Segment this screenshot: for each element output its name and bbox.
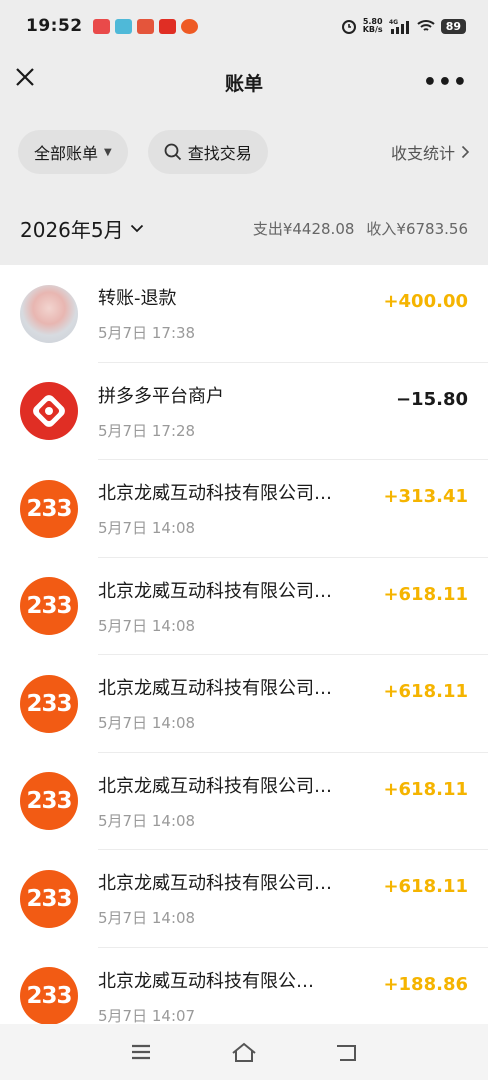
- search-icon: [164, 143, 181, 161]
- battery-indicator: 89: [440, 18, 466, 34]
- page-title: 账单: [224, 72, 263, 95]
- app-notification-icon: [158, 18, 176, 34]
- user-avatar: [20, 284, 78, 343]
- net-speed: 5.80 KB/s: [362, 17, 383, 34]
- transaction-title: 北京龙威互动科技有限公司…: [98, 678, 332, 700]
- transaction-title: 北京龙威互动科技有限公…: [98, 970, 314, 992]
- transaction-row[interactable]: 233 北京龙威互动科技有限公司… 5月7日 14:08 +618.11: [0, 753, 488, 850]
- transaction-row[interactable]: 转账-退款 5月7日 17:38 +400.00: [0, 265, 488, 363]
- alarm-icon: [341, 20, 356, 34]
- transaction-title: 拼多多平台商户: [98, 385, 224, 407]
- transaction-row[interactable]: 拼多多平台商户 5月7日 17:28 −15.80: [0, 363, 488, 460]
- transaction-amount: +188.86: [383, 973, 468, 995]
- transaction-row[interactable]: 233 北京龙威互动科技有限公司… 5月7日 14:08 +618.11: [0, 850, 488, 948]
- month-selector[interactable]: 2026年5月: [20, 214, 144, 243]
- transaction-row[interactable]: 233 北京龙威互动科技有限公司… 5月7日 14:08 +618.11: [0, 558, 488, 655]
- transaction-title: 北京龙威互动科技有限公司…: [98, 483, 332, 505]
- transaction-amount: +618.11: [383, 583, 468, 605]
- transaction-title: 转账-退款: [98, 288, 177, 310]
- app-notification-icon: [92, 18, 110, 34]
- transaction-title: 北京龙威互动科技有限公司…: [98, 775, 332, 797]
- transaction-time: 5月7日 14:08: [98, 714, 196, 733]
- month-summary-bar: 2026年5月 支出¥4428.08 收入¥6783.56: [0, 192, 488, 264]
- game-233-logo-icon: 233: [20, 869, 78, 928]
- cellular-signal-icon: 4G: [389, 19, 409, 34]
- month-income: 收入¥6783.56: [366, 219, 468, 238]
- system-navigation-bar: [0, 1024, 488, 1080]
- home-icon[interactable]: [230, 1040, 258, 1064]
- all-bills-dropdown[interactable]: 全部账单 ▼: [18, 130, 128, 174]
- month-label: 2026年5月: [20, 217, 124, 242]
- game-233-logo-icon: 233: [20, 967, 78, 1025]
- transaction-amount: −15.80: [395, 388, 468, 410]
- status-bar: 19:52 5.80 KB/s 4G 89: [0, 0, 488, 52]
- transaction-amount: +400.00: [383, 291, 468, 312]
- chevron-down-icon: [130, 224, 143, 232]
- game-233-logo-icon: 233: [20, 772, 78, 831]
- month-expense: 支出¥4428.08: [252, 219, 355, 238]
- all-bills-label: 全部账单: [34, 144, 99, 163]
- transaction-row[interactable]: 233 北京龙威互动科技有限公… 5月7日 14:07 +188.86: [0, 948, 488, 1025]
- game-233-logo-icon: 233: [20, 674, 78, 733]
- stats-label: 收支统计: [390, 144, 455, 163]
- search-transactions-button[interactable]: 查找交易: [147, 130, 268, 174]
- back-icon[interactable]: [333, 1040, 361, 1064]
- search-label: 查找交易: [187, 144, 252, 163]
- transaction-time: 5月7日 17:28: [98, 421, 196, 440]
- chevron-right-icon: [461, 145, 470, 159]
- transaction-title: 北京龙威互动科技有限公司…: [98, 580, 332, 602]
- transaction-row[interactable]: 233 北京龙威互动科技有限公司… 5月7日 14:08 +618.11: [0, 655, 488, 753]
- transaction-title: 北京龙威互动科技有限公司…: [98, 873, 332, 895]
- game-233-logo-icon: 233: [20, 479, 78, 538]
- game-233-logo-icon: 233: [20, 577, 78, 636]
- transaction-time: 5月7日 14:08: [98, 811, 196, 830]
- month-totals: 支出¥4428.08 收入¥6783.56: [253, 218, 468, 239]
- status-right: 5.80 KB/s 4G 89: [341, 18, 466, 34]
- status-time: 19:52: [26, 16, 83, 36]
- menu-icon[interactable]: [127, 1040, 155, 1064]
- caret-down-icon: ▼: [104, 146, 112, 158]
- top-nav: 账单 •••: [0, 52, 488, 112]
- app-notification-icon: [180, 18, 198, 34]
- filter-bar: 全部账单 ▼ 查找交易 收支统计: [0, 112, 488, 192]
- transaction-time: 5月7日 14:08: [98, 909, 196, 928]
- wifi-icon: [417, 20, 435, 31]
- transaction-time: 5月7日 14:08: [98, 519, 196, 538]
- transaction-amount: +618.11: [383, 876, 468, 897]
- app-notification-icon: [114, 18, 132, 34]
- transaction-list: 转账-退款 5月7日 17:38 +400.00 拼多多平台商户 5月7日 17:28 −…: [0, 265, 488, 1025]
- more-options-icon[interactable]: •••: [423, 70, 468, 95]
- income-expense-stats-link[interactable]: 收支统计: [391, 140, 470, 164]
- transaction-amount: +618.11: [383, 778, 468, 800]
- transaction-time: 5月7日 14:08: [98, 616, 196, 635]
- transaction-amount: +618.11: [383, 681, 468, 702]
- svg-text:4G: 4G: [389, 19, 398, 26]
- close-icon[interactable]: [14, 66, 36, 88]
- transaction-time: 5月7日 17:38: [98, 324, 196, 343]
- transaction-time: 5月7日 14:07: [98, 1006, 196, 1025]
- app-notification-icon: [136, 18, 154, 34]
- pinduoduo-logo-icon: [20, 382, 78, 441]
- transaction-amount: +313.41: [383, 486, 468, 507]
- status-app-icons: [92, 18, 198, 34]
- transaction-row[interactable]: 233 北京龙威互动科技有限公司… 5月7日 14:08 +313.41: [0, 460, 488, 558]
